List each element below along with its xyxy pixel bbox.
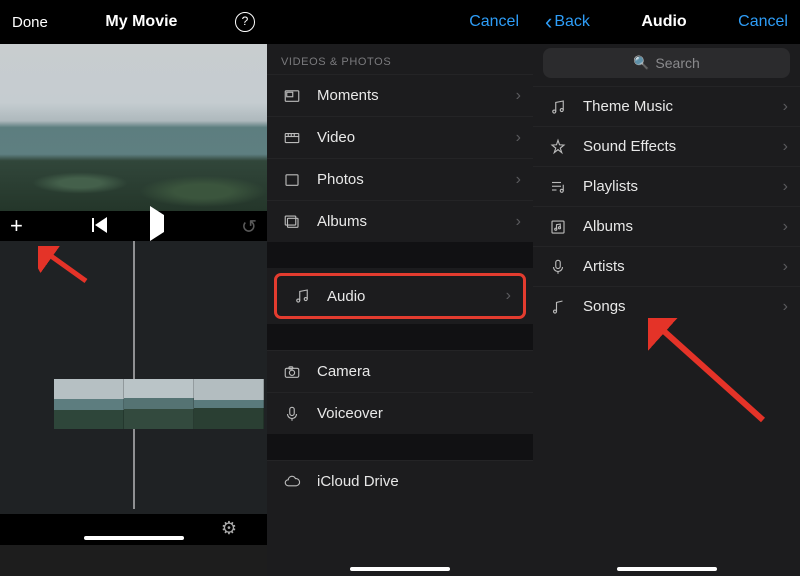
chevron-right-icon: › (516, 213, 521, 231)
row-label: Albums (317, 213, 516, 230)
moments-icon (281, 87, 303, 105)
albums-icon (281, 213, 303, 231)
playhead[interactable] (133, 241, 134, 509)
row-icloud[interactable]: iCloud Drive (267, 460, 533, 502)
clip-thumbnail[interactable] (194, 379, 264, 429)
row-albums[interactable]: Albums › (267, 200, 533, 242)
row-moments[interactable]: Moments › (267, 74, 533, 116)
row-label: Albums (583, 218, 783, 235)
row-voiceover[interactable]: Voiceover (267, 392, 533, 434)
row-label: iCloud Drive (317, 473, 521, 490)
row-label: Artists (583, 258, 783, 275)
chevron-right-icon: › (783, 218, 788, 236)
clip-strip[interactable] (54, 379, 267, 429)
search-placeholder: Search (655, 55, 699, 71)
clip-thumbnail[interactable] (54, 379, 124, 429)
theme-music-icon (547, 98, 569, 116)
play-button[interactable] (150, 215, 164, 233)
video-icon (281, 129, 303, 147)
chevron-right-icon: › (516, 171, 521, 189)
undo-button[interactable]: ↺ (241, 216, 257, 239)
annotation-arrow (648, 318, 768, 428)
cloud-icon (281, 473, 303, 491)
row-label: Video (317, 129, 516, 146)
row-label: Sound Effects (583, 138, 783, 155)
artists-icon (547, 258, 569, 276)
chevron-right-icon: › (783, 98, 788, 116)
chevron-right-icon: › (516, 129, 521, 147)
row-artists[interactable]: Artists › (533, 246, 800, 286)
play-icon (150, 206, 164, 241)
clip-thumbnail[interactable] (124, 379, 194, 429)
row-theme-music[interactable]: Theme Music › (533, 86, 800, 126)
chevron-right-icon: › (506, 287, 511, 305)
photos-icon (281, 171, 303, 189)
done-button[interactable]: Done (12, 14, 48, 31)
row-sound-effects[interactable]: Sound Effects › (533, 126, 800, 166)
home-indicator (84, 536, 184, 540)
row-photos[interactable]: Photos › (267, 158, 533, 200)
page-title: Audio (641, 13, 686, 31)
row-audio[interactable]: Audio › (275, 274, 525, 318)
row-albums[interactable]: Albums › (533, 206, 800, 246)
chevron-right-icon: › (516, 87, 521, 105)
albums-music-icon (547, 218, 569, 236)
row-label: Photos (317, 171, 516, 188)
help-icon[interactable]: ? (235, 12, 255, 32)
row-playlists[interactable]: Playlists › (533, 166, 800, 206)
chevron-left-icon: ‹ (545, 14, 552, 30)
video-preview[interactable] (0, 44, 267, 211)
timeline[interactable]: ⚙ (0, 241, 267, 545)
row-label: Playlists (583, 178, 783, 195)
sound-effects-icon (547, 138, 569, 156)
row-label: Theme Music (583, 98, 783, 115)
search-icon: 🔍 (633, 55, 649, 71)
row-label: Songs (583, 298, 783, 315)
search-input[interactable]: 🔍 Search (543, 48, 790, 78)
playlists-icon (547, 178, 569, 196)
camera-icon (281, 363, 303, 381)
chevron-right-icon: › (783, 138, 788, 156)
cancel-button[interactable]: Cancel (738, 13, 788, 31)
row-label: Moments (317, 87, 516, 104)
microphone-icon (281, 405, 303, 423)
settings-button[interactable]: ⚙ (221, 518, 237, 539)
home-indicator (350, 567, 450, 571)
section-header-videos-photos: VIDEOS & PHOTOS (267, 44, 533, 74)
playhead-caret-icon (126, 232, 142, 241)
back-button[interactable]: ‹ Back (545, 13, 590, 31)
chevron-right-icon: › (783, 258, 788, 276)
chevron-right-icon: › (783, 298, 788, 316)
audio-icon (291, 287, 313, 305)
row-label: Voiceover (317, 405, 521, 422)
project-title: My Movie (105, 13, 177, 31)
home-indicator (617, 567, 717, 571)
back-label: Back (554, 13, 590, 31)
row-camera[interactable]: Camera (267, 350, 533, 392)
row-video[interactable]: Video › (267, 116, 533, 158)
chevron-right-icon: › (783, 178, 788, 196)
cancel-button[interactable]: Cancel (469, 13, 519, 31)
row-label: Audio (327, 288, 506, 305)
add-media-button[interactable]: + (10, 217, 23, 235)
songs-icon (547, 298, 569, 316)
row-songs[interactable]: Songs › (533, 286, 800, 326)
row-label: Camera (317, 363, 521, 380)
